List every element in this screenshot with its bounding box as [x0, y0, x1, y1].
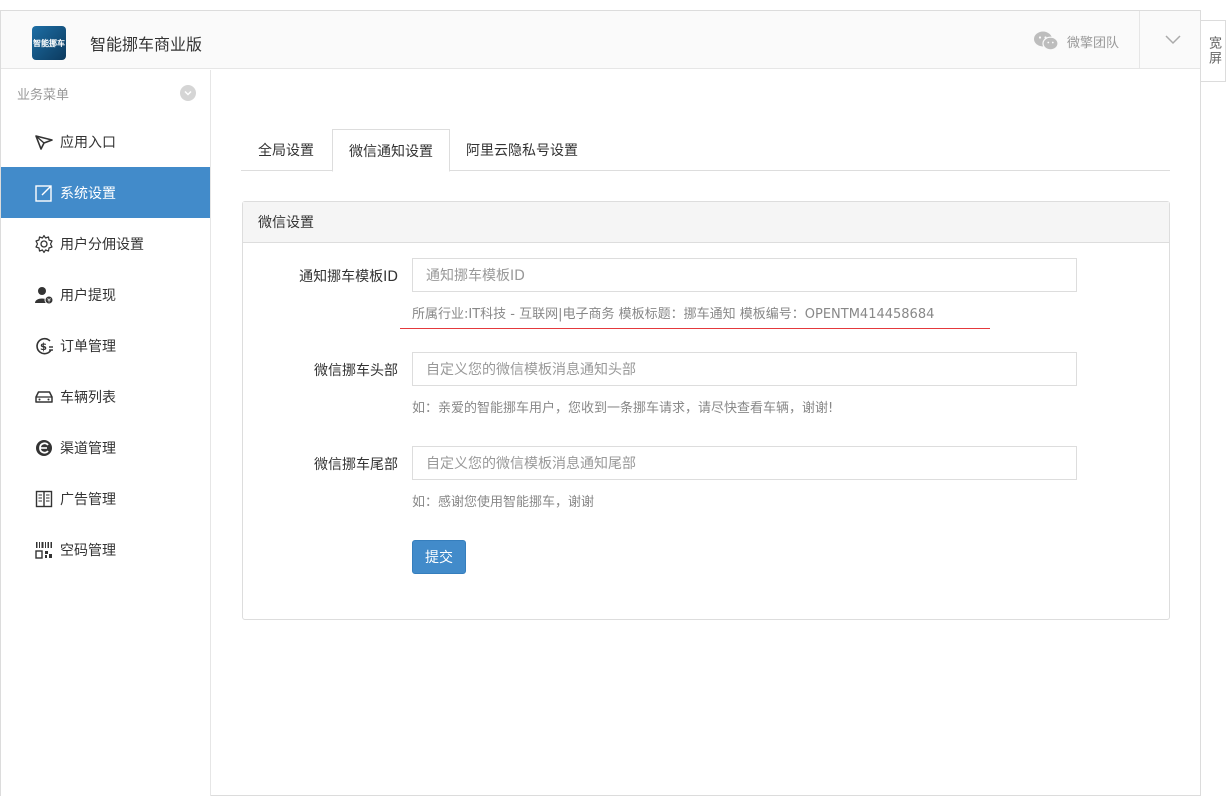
sidebar-item-label: 应用入口 — [60, 134, 116, 151]
sidebar-item-withdraw[interactable]: ¥ 用户提现 — [1, 269, 210, 320]
barcode-icon — [33, 539, 55, 561]
logo-text: 智能挪车 — [33, 38, 65, 48]
header-text-input[interactable]: 自定义您的微信模板消息通知头部 — [412, 352, 1077, 386]
wide-screen-toggle[interactable]: 宽屏 — [1201, 20, 1226, 82]
sidebar-title: 业务菜单 — [17, 87, 70, 103]
app-logo[interactable]: 智能挪车 — [32, 26, 66, 60]
app-title: 智能挪车商业版 — [90, 35, 203, 54]
tab-global-settings[interactable]: 全局设置 — [242, 129, 330, 171]
sidebar-item-orders[interactable]: $ 订单管理 — [1, 320, 210, 371]
header-text-label: 微信挪车头部 — [314, 363, 398, 379]
settings-tabs: 全局设置 微信通知设置 阿里云隐私号设置 — [241, 118, 1170, 172]
user-money-icon: ¥ — [33, 284, 55, 306]
sidebar-item-system-settings[interactable]: 系统设置 — [1, 167, 210, 218]
header-divider — [1139, 11, 1140, 69]
sidebar-header: 业务菜单 — [1, 70, 210, 116]
panel-title: 微信设置 — [243, 202, 1169, 243]
sidebar-item-commission-settings[interactable]: 用户分佣设置 — [1, 218, 210, 269]
template-id-input[interactable]: 通知挪车模板ID — [412, 258, 1077, 292]
edit-icon — [33, 182, 55, 204]
footer-text-help: 如：感谢您使用智能挪车，谢谢 — [412, 495, 595, 510]
channel-icon — [33, 437, 55, 459]
footer-text-label: 微信挪车尾部 — [314, 457, 398, 473]
template-id-label: 通知挪车模板ID — [299, 269, 398, 285]
collapse-icon[interactable] — [180, 85, 196, 101]
chevron-down-icon[interactable] — [1164, 31, 1182, 49]
svg-text:$: $ — [40, 342, 47, 353]
sidebar-item-vehicles[interactable]: 车辆列表 — [1, 371, 210, 422]
sidebar-item-app-entry[interactable]: 应用入口 — [1, 116, 210, 167]
svg-text:¥: ¥ — [47, 297, 51, 304]
tab-aliyun-privacy-settings[interactable]: 阿里云隐私号设置 — [450, 129, 594, 171]
tab-wechat-notify-settings[interactable]: 微信通知设置 — [332, 129, 450, 172]
sidebar-item-label: 广告管理 — [60, 491, 116, 508]
sidebar-item-label: 系统设置 — [60, 185, 116, 202]
team-link[interactable]: 微擎团队 — [1033, 31, 1119, 51]
sidebar-item-channels[interactable]: 渠道管理 — [1, 422, 210, 473]
highlight-underline — [400, 328, 990, 329]
sidebar-item-ads[interactable]: 广告管理 — [1, 473, 210, 524]
sidebar: 业务菜单 应用入口 系统设置 用户分佣设置 ¥ 用户提现 $ 订单管理 车辆列表… — [1, 70, 211, 796]
sidebar-item-label: 用户分佣设置 — [60, 236, 144, 253]
wechat-icon — [1034, 31, 1059, 51]
sidebar-item-label: 车辆列表 — [60, 389, 116, 406]
sidebar-item-label: 用户提现 — [60, 287, 116, 304]
template-id-help: 所属行业:IT科技 - 互联网|电子商务 模板标题：挪车通知 模板编号：OPEN… — [412, 307, 935, 322]
sidebar-item-empty-codes[interactable]: 空码管理 — [1, 524, 210, 575]
sidebar-item-label: 订单管理 — [60, 338, 116, 355]
sidebar-item-label: 空码管理 — [60, 542, 116, 559]
footer-text-input[interactable]: 自定义您的微信模板消息通知尾部 — [412, 446, 1077, 480]
footer-text-placeholder: 自定义您的微信模板消息通知尾部 — [426, 456, 636, 472]
gear-icon — [33, 233, 55, 255]
header-text-help: 如：亲爱的智能挪车用户，您收到一条挪车请求，请尽快查看车辆，谢谢! — [412, 401, 834, 416]
template-id-placeholder: 通知挪车模板ID — [426, 268, 525, 284]
team-label: 微擎团队 — [1067, 35, 1120, 51]
paper-plane-icon — [33, 131, 55, 153]
sidebar-item-label: 渠道管理 — [60, 440, 116, 457]
submit-button[interactable]: 提交 — [412, 540, 466, 574]
book-icon — [33, 488, 55, 510]
dollar-refresh-icon: $ — [33, 335, 55, 357]
header-text-placeholder: 自定义您的微信模板消息通知头部 — [426, 362, 636, 378]
car-icon — [33, 386, 55, 408]
top-header: 智能挪车 智能挪车商业版 微擎团队 — [1, 11, 1200, 69]
